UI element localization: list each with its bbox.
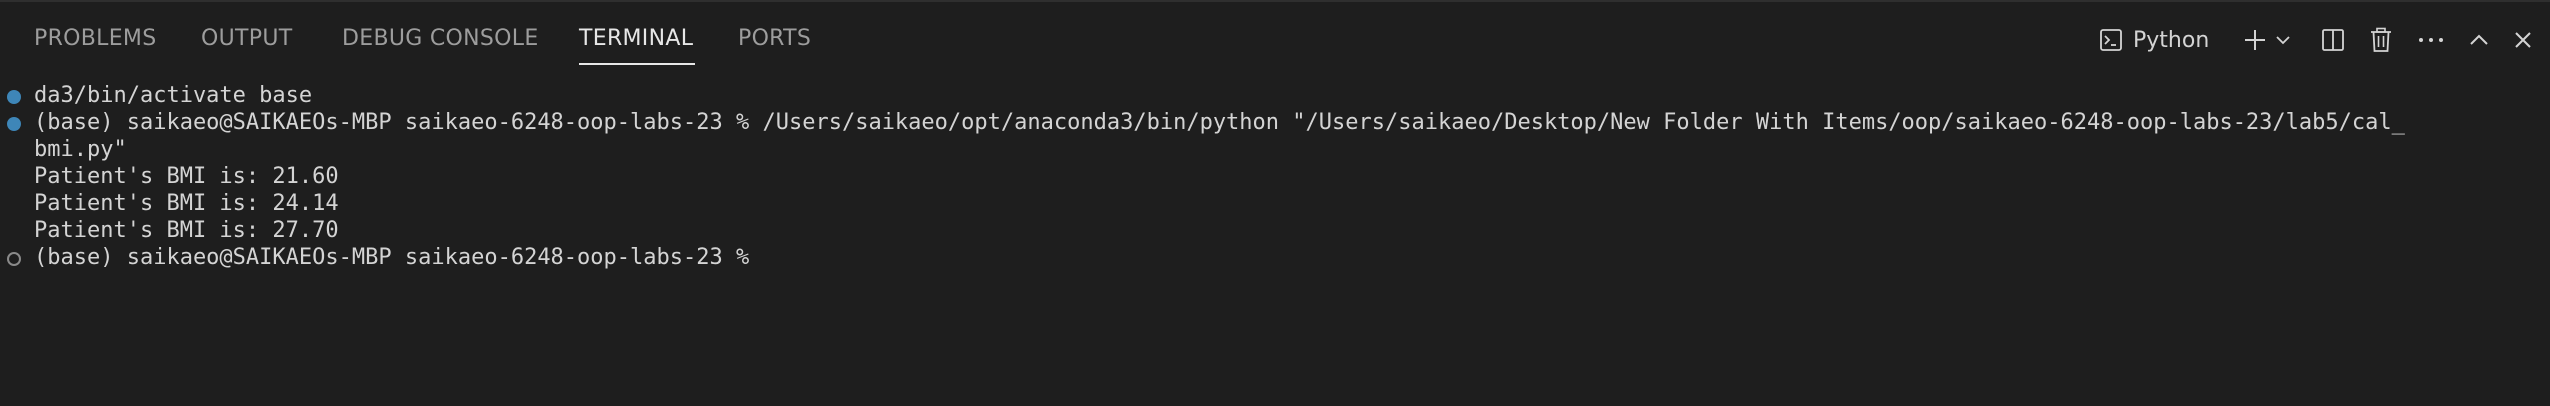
terminal-profile-label: Python: [2133, 27, 2210, 53]
chevron-up-icon: [2468, 29, 2490, 51]
active-tab-indicator: [579, 63, 695, 65]
command-success-decoration[interactable]: [7, 90, 21, 104]
terminal-output[interactable]: da3/bin/activate base (base) saikaeo@SAI…: [0, 82, 2550, 406]
chevron-down-icon: [2275, 32, 2291, 48]
kill-terminal-button[interactable]: [2364, 20, 2398, 60]
maximize-panel-button[interactable]: [2462, 20, 2496, 60]
trash-icon: [2369, 27, 2393, 53]
close-icon: [2513, 30, 2533, 50]
terminal-profile-button[interactable]: Python: [2099, 20, 2209, 60]
terminal-line: bmi.py": [34, 137, 127, 162]
split-terminal-button[interactable]: [2316, 20, 2350, 60]
terminal-line: Patient's BMI is: 27.70: [34, 218, 339, 243]
launch-profile-dropdown[interactable]: [2272, 20, 2294, 60]
more-actions-button[interactable]: [2414, 20, 2448, 60]
split-icon: [2321, 28, 2345, 52]
terminal-icon: [2099, 28, 2123, 52]
more-icon: [2418, 36, 2444, 44]
tab-problems[interactable]: PROBLEMS: [34, 26, 156, 51]
tab-terminal[interactable]: TERMINAL: [579, 26, 693, 51]
plus-icon: [2242, 27, 2268, 53]
terminal-panel: PROBLEMS OUTPUT DEBUG CONSOLE TERMINAL P…: [0, 0, 2550, 406]
terminal-line: Patient's BMI is: 21.60: [34, 164, 339, 189]
tab-ports[interactable]: PORTS: [738, 26, 811, 51]
terminal-line: (base) saikaeo@SAIKAEOs-MBP saikaeo-6248…: [34, 110, 2405, 135]
terminal-prompt-line: (base) saikaeo@SAIKAEOs-MBP saikaeo-6248…: [34, 245, 763, 270]
new-terminal-button[interactable]: [2238, 20, 2272, 60]
command-idle-decoration[interactable]: [7, 252, 21, 266]
panel-top-border: [0, 0, 2550, 2]
terminal-line: Patient's BMI is: 24.14: [34, 191, 339, 216]
tab-debug-console[interactable]: DEBUG CONSOLE: [342, 26, 539, 51]
close-panel-button[interactable]: [2506, 20, 2540, 60]
tab-output[interactable]: OUTPUT: [201, 26, 292, 51]
panel-toolbar: Python: [2090, 20, 2550, 60]
terminal-line: da3/bin/activate base: [34, 83, 313, 108]
command-success-decoration[interactable]: [7, 117, 21, 131]
